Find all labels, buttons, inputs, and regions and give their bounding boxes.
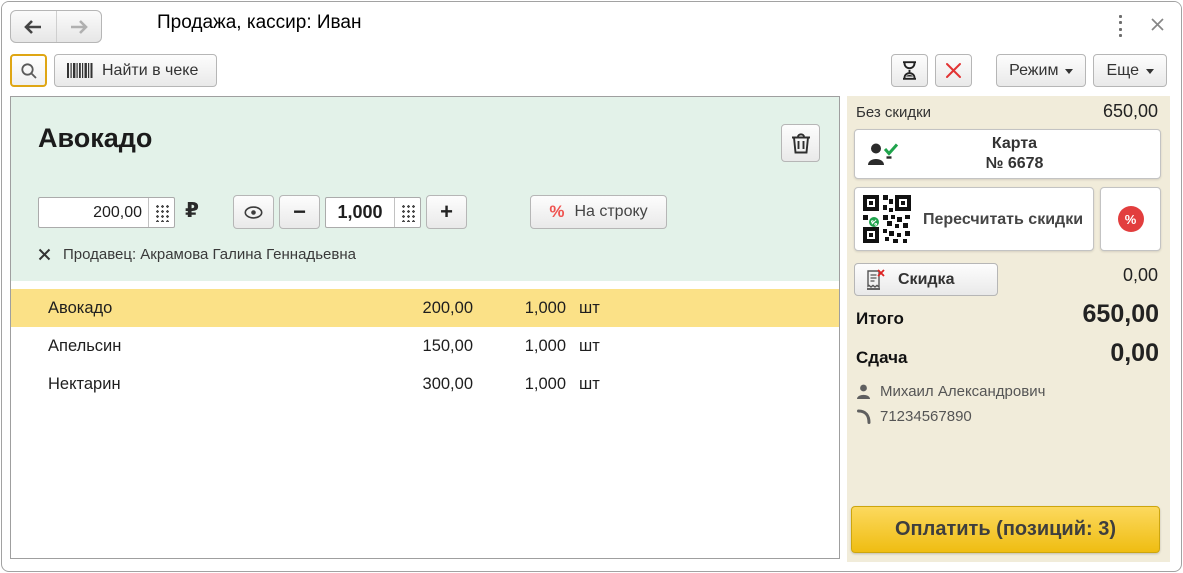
numpad-button[interactable]	[148, 198, 174, 227]
item-name-cell: Нектарин	[48, 374, 121, 393]
chevron-down-icon	[1065, 69, 1074, 74]
arrow-left-icon	[24, 19, 42, 34]
price-input[interactable]: 200,00	[39, 198, 148, 227]
line-discount-button[interactable]: % На строку	[530, 195, 667, 229]
line-discount-label: На строку	[574, 203, 648, 220]
pos-window: Продажа, кассир: Иван Найти в чеке Режим…	[1, 1, 1182, 572]
price-input-group: 200,00	[38, 197, 175, 228]
view-item-button[interactable]	[233, 195, 274, 229]
discount-value: 0,00	[1122, 265, 1158, 285]
customer-row: Михаил Александрович	[856, 383, 1045, 400]
person-icon	[856, 384, 871, 400]
back-button[interactable]	[11, 11, 56, 42]
minus-icon: −	[293, 199, 306, 224]
receipt-items-list: Авокадо 200,00 1,000 шт Апельсин 150,00 …	[11, 281, 839, 403]
toolbar: Найти в чеке Режим Еще	[2, 48, 1181, 92]
forward-button[interactable]	[55, 11, 102, 42]
percent-icon: %	[549, 202, 565, 221]
barcode-icon	[67, 63, 93, 78]
discount-button[interactable]: Скидка	[854, 263, 998, 296]
delete-line-button[interactable]	[781, 124, 820, 162]
plus-icon: +	[440, 199, 453, 224]
total-label: Итого	[856, 309, 904, 328]
hourglass-icon	[901, 61, 918, 80]
recalc-discounts-button[interactable]: Пересчитать скидки	[854, 187, 1094, 251]
person-check-icon	[867, 141, 899, 168]
item-qty-cell: 1,000	[524, 336, 566, 355]
item-name-cell: Авокадо	[48, 298, 113, 317]
page-title: Продажа, кассир: Иван	[157, 12, 362, 33]
total-value: 650,00	[1082, 300, 1159, 328]
mode-label: Режим	[1009, 61, 1059, 79]
mode-dropdown[interactable]: Режим	[996, 54, 1087, 87]
item-qty-cell: 1,000	[524, 374, 566, 393]
ruble-currency-symbol: ₽	[185, 200, 199, 222]
table-row[interactable]: Нектарин 300,00 1,000 шт	[11, 365, 839, 403]
item-price-cell: 200,00	[422, 298, 473, 317]
table-row[interactable]: Апельсин 150,00 1,000 шт	[11, 327, 839, 365]
qr-code-icon	[861, 193, 913, 245]
no-discount-label: Без скидки	[856, 104, 932, 121]
seller-label: Продавец: Акрамова Галина Геннадьевна	[63, 246, 356, 263]
change-value: 0,00	[1110, 339, 1159, 367]
close-icon[interactable]	[1145, 12, 1169, 36]
no-discount-value: 650,00	[1102, 101, 1158, 121]
pay-button-label: Оплатить (позиций: 3)	[894, 518, 1116, 540]
seller-row: Продавец: Акрамова Галина Геннадьевна	[38, 246, 356, 263]
current-item-card: Авокадо 200,00 ₽ − 1,000 + % На строку П…	[11, 97, 839, 281]
decrease-qty-button[interactable]: −	[279, 195, 320, 229]
customer-phone: 71234567890	[880, 408, 972, 425]
item-name-cell: Апельсин	[48, 336, 122, 355]
increase-qty-button[interactable]: +	[426, 195, 467, 229]
numpad-dots-icon	[154, 203, 169, 222]
numpad-dots-icon	[400, 203, 415, 222]
phone-icon	[856, 409, 871, 424]
more-label: Еще	[1106, 61, 1139, 79]
recalc-discounts-label: Пересчитать скидки	[922, 210, 1084, 228]
item-unit-cell: шт	[579, 336, 600, 355]
item-unit-cell: шт	[579, 374, 600, 393]
change-label: Сдача	[856, 348, 908, 367]
search-icon	[20, 62, 38, 80]
card-label: Карта	[991, 135, 1038, 152]
eye-icon	[244, 205, 263, 219]
customer-name: Михаил Александрович	[880, 383, 1046, 400]
history-nav	[10, 10, 102, 43]
arrow-right-icon	[70, 19, 88, 34]
item-unit-cell: шт	[579, 298, 600, 317]
manual-discount-button[interactable]: %	[1100, 187, 1161, 251]
chevron-down-icon	[1146, 69, 1154, 74]
qty-input[interactable]: 1,000	[326, 198, 394, 227]
card-number: № 6678	[985, 155, 1044, 172]
phone-row: 71234567890	[856, 408, 972, 425]
trash-icon	[791, 132, 811, 154]
cancel-receipt-button[interactable]	[935, 54, 973, 87]
item-qty-cell: 1,000	[524, 298, 566, 317]
kebab-menu-icon[interactable]	[1113, 15, 1127, 37]
item-price-cell: 150,00	[422, 336, 473, 355]
numpad-button[interactable]	[394, 198, 420, 227]
loyalty-card-label: Карта № 6678	[899, 134, 1130, 174]
qty-input-group: 1,000	[325, 197, 421, 228]
search-button[interactable]	[10, 54, 47, 87]
discount-label: Скидка	[898, 270, 955, 288]
find-in-receipt-label: Найти в чеке	[102, 61, 199, 79]
titlebar: Продажа, кассир: Иван	[2, 2, 1181, 48]
find-in-receipt-button[interactable]: Найти в чеке	[54, 54, 218, 87]
hourglass-button[interactable]	[891, 54, 929, 87]
more-dropdown[interactable]: Еще	[1093, 54, 1167, 87]
item-price-cell: 300,00	[422, 374, 473, 393]
receipt-discount-icon	[865, 268, 886, 291]
item-name: Авокадо	[38, 123, 153, 153]
loyalty-card-button[interactable]: Карта № 6678	[854, 129, 1161, 179]
pay-button[interactable]: Оплатить (позиций: 3)	[851, 506, 1160, 553]
remove-seller-icon[interactable]	[38, 248, 51, 261]
summary-panel: Без скидки 650,00 Карта № 6678 Пересчита…	[847, 96, 1170, 562]
table-row[interactable]: Авокадо 200,00 1,000 шт	[11, 289, 839, 327]
percent-badge-icon: %	[1117, 206, 1144, 232]
red-x-icon	[945, 62, 962, 79]
receipt-panel: Авокадо 200,00 ₽ − 1,000 + % На строку П…	[10, 96, 840, 559]
